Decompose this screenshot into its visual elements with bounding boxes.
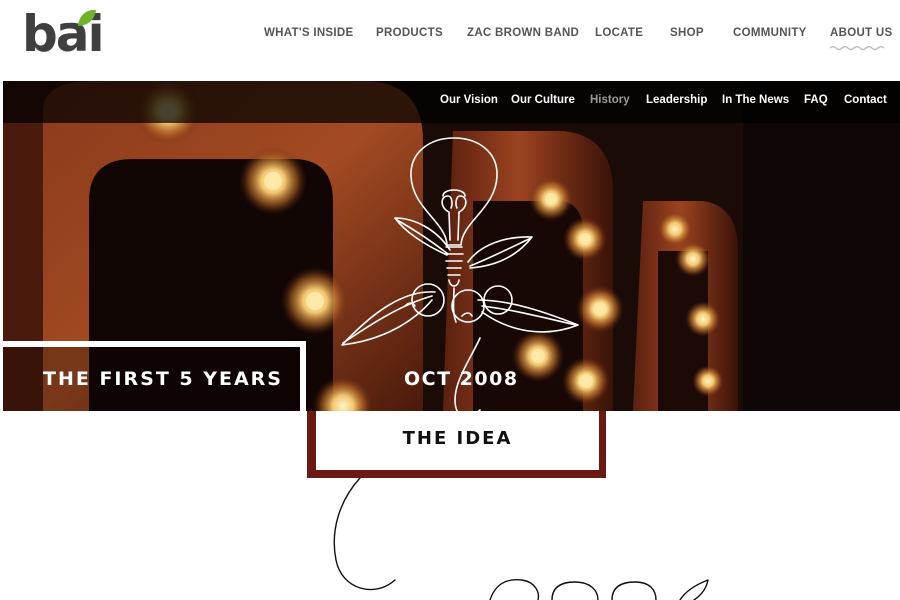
timeline-heading: THE FIRST 5 YEARS xyxy=(43,368,283,390)
subnav-item-contact[interactable]: Contact xyxy=(844,94,887,106)
nav-item-about-us[interactable]: ABOUT US xyxy=(830,27,892,39)
subnav-item-our-culture[interactable]: Our Culture xyxy=(511,94,575,106)
milestone-date: OCT 2008 xyxy=(404,368,519,390)
subnav-item-our-vision[interactable]: Our Vision xyxy=(440,94,498,106)
subnav-item-faq[interactable]: FAQ xyxy=(804,94,828,106)
subnav-item-in-the-news[interactable]: In The News xyxy=(722,94,789,106)
nav-item-whats-inside[interactable]: WHAT'S INSIDE xyxy=(264,27,353,39)
nav-item-locate[interactable]: LOCATE xyxy=(595,27,643,39)
nav-item-shop[interactable]: SHOP xyxy=(670,27,704,39)
nav-item-community[interactable]: COMMUNITY xyxy=(733,27,807,39)
nav-item-zac-brown-band[interactable]: ZAC BROWN BAND xyxy=(467,27,579,39)
leaf-icon xyxy=(78,9,96,26)
milestone-title: THE IDEA xyxy=(402,428,513,449)
about-subnav: Our Vision Our Culture History Leadershi… xyxy=(3,81,900,123)
main-nav: WHAT'S INSIDE PRODUCTS ZAC BROWN BAND LO… xyxy=(0,27,900,47)
subnav-item-history[interactable]: History xyxy=(590,94,630,106)
site-header: bai WHAT'S INSIDE PRODUCTS ZAC BROWN BAN… xyxy=(0,0,900,80)
nav-item-products[interactable]: PRODUCTS xyxy=(376,27,443,39)
active-nav-squiggle-indicator xyxy=(830,45,884,51)
subnav-item-leadership[interactable]: Leadership xyxy=(646,94,707,106)
